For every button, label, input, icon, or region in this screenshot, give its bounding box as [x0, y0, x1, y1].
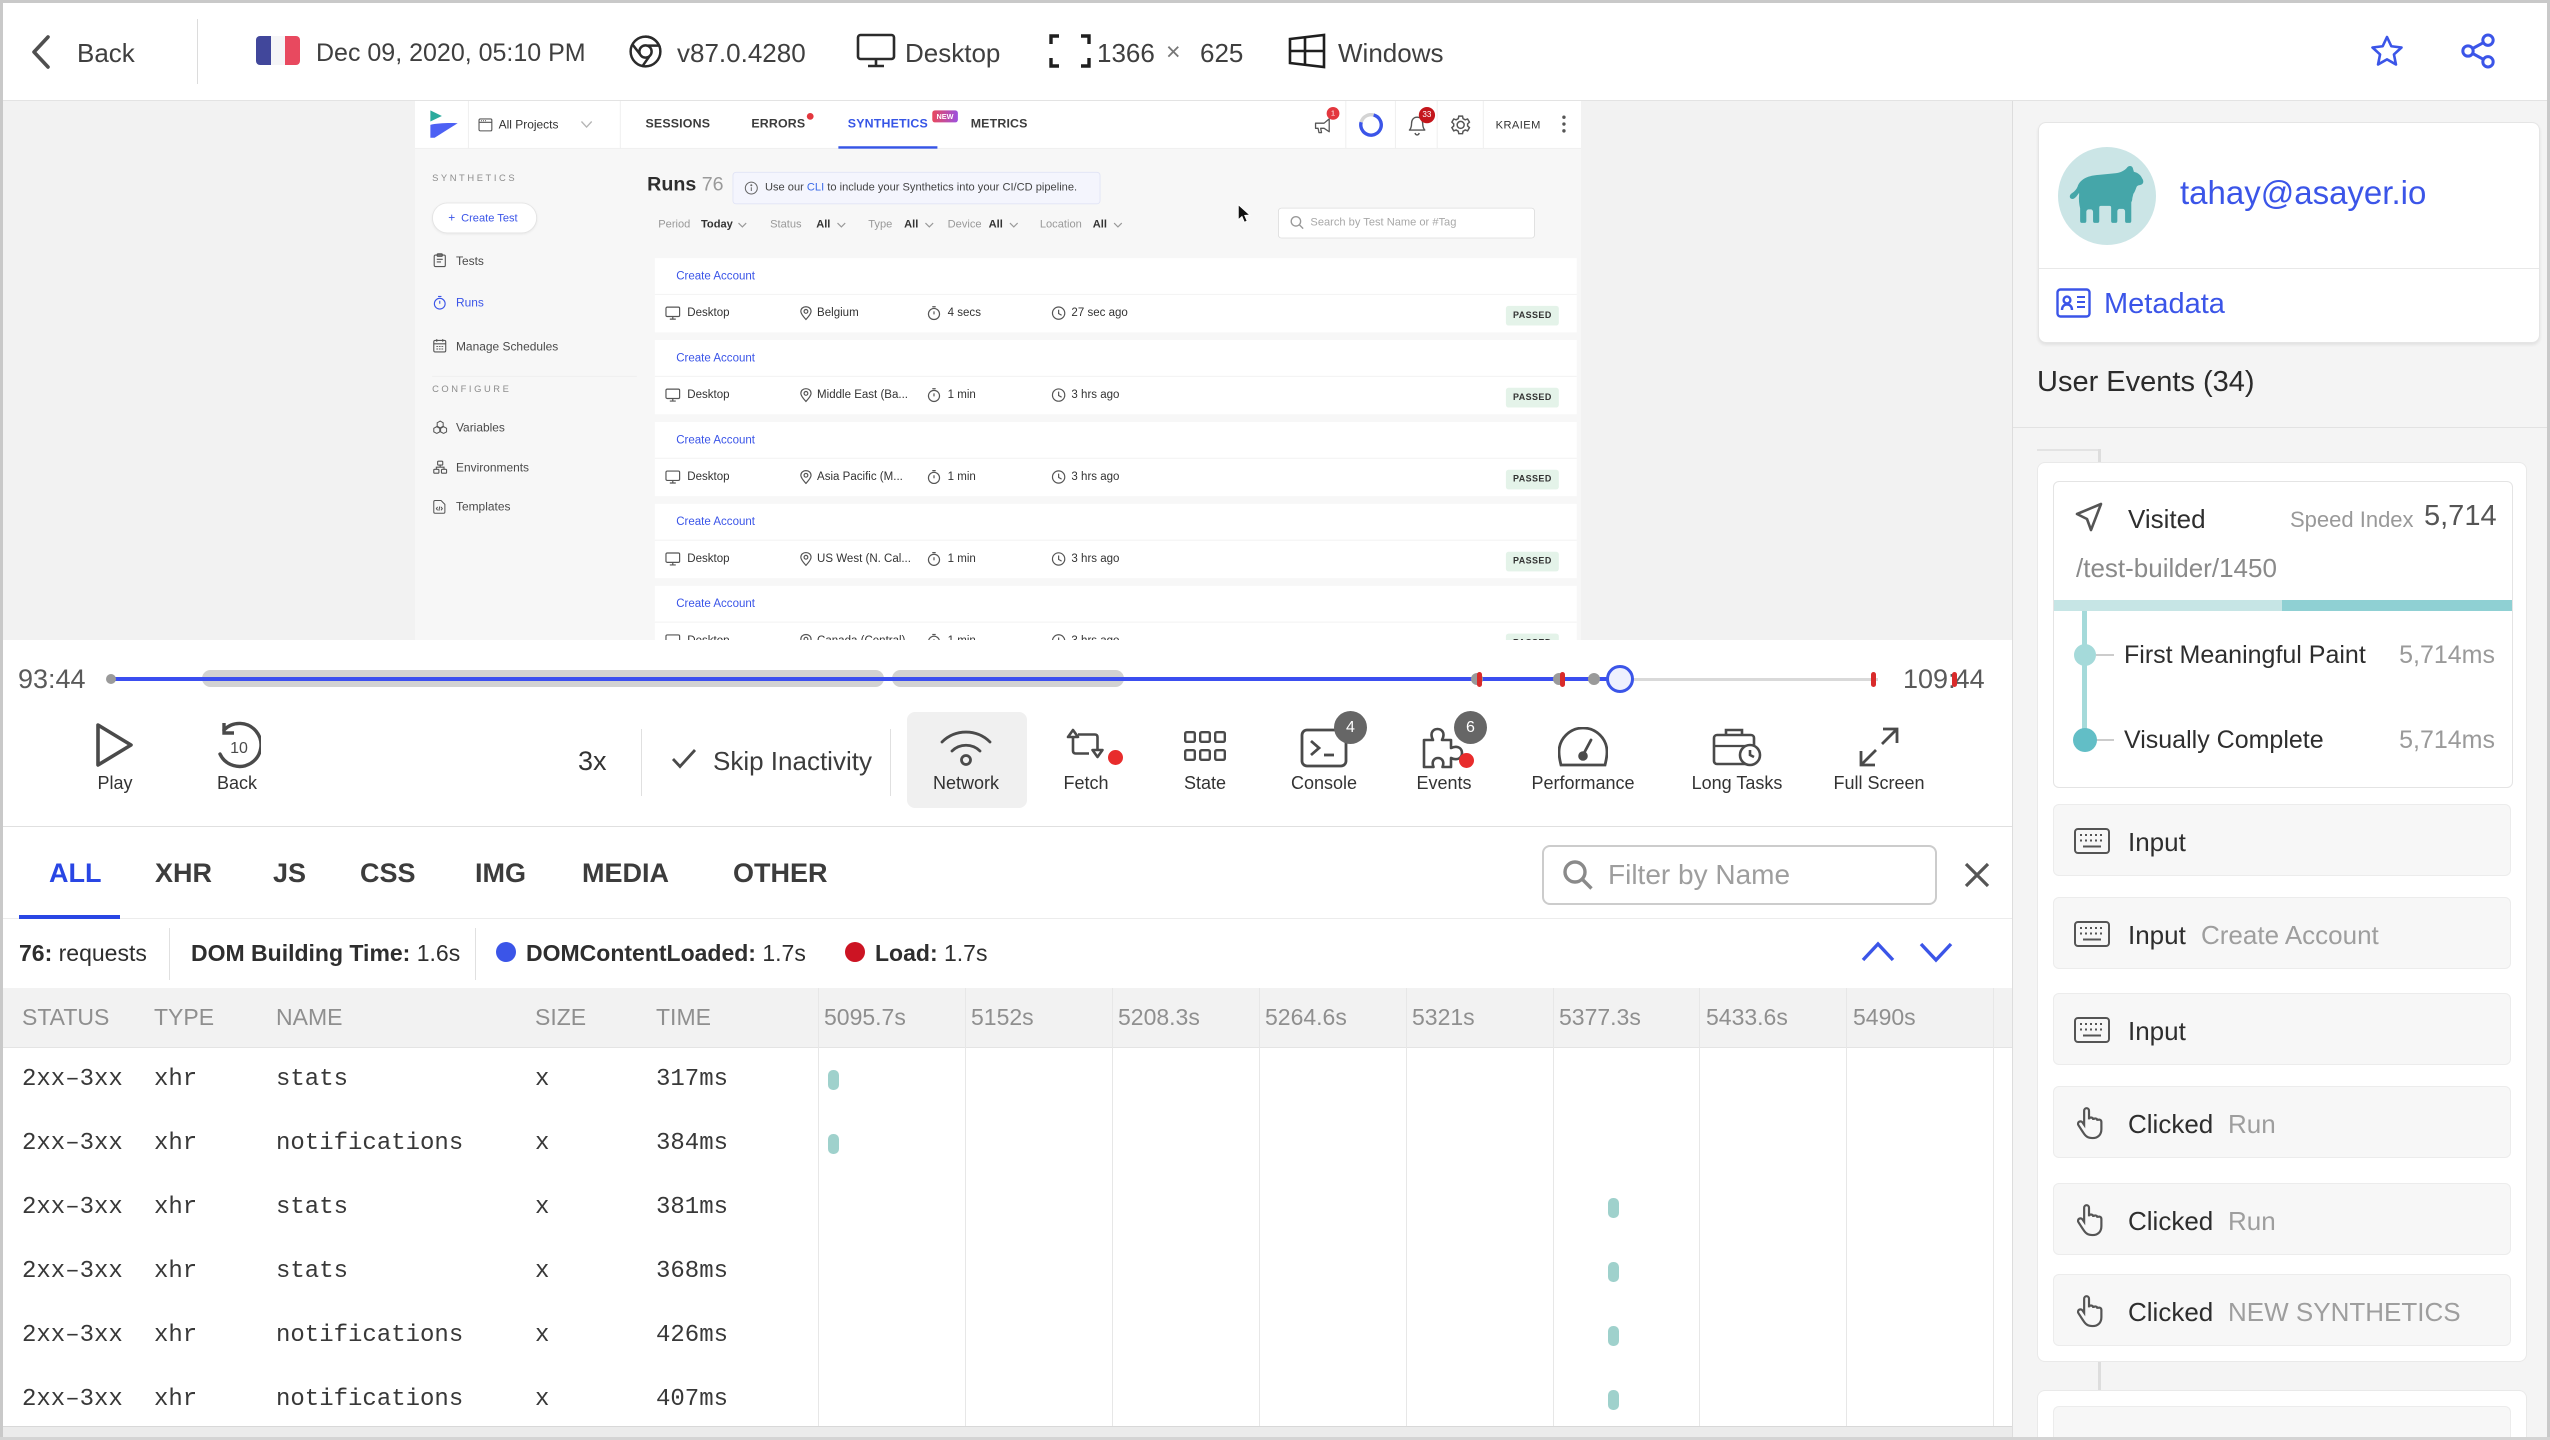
svg-text:10: 10 — [230, 740, 248, 757]
